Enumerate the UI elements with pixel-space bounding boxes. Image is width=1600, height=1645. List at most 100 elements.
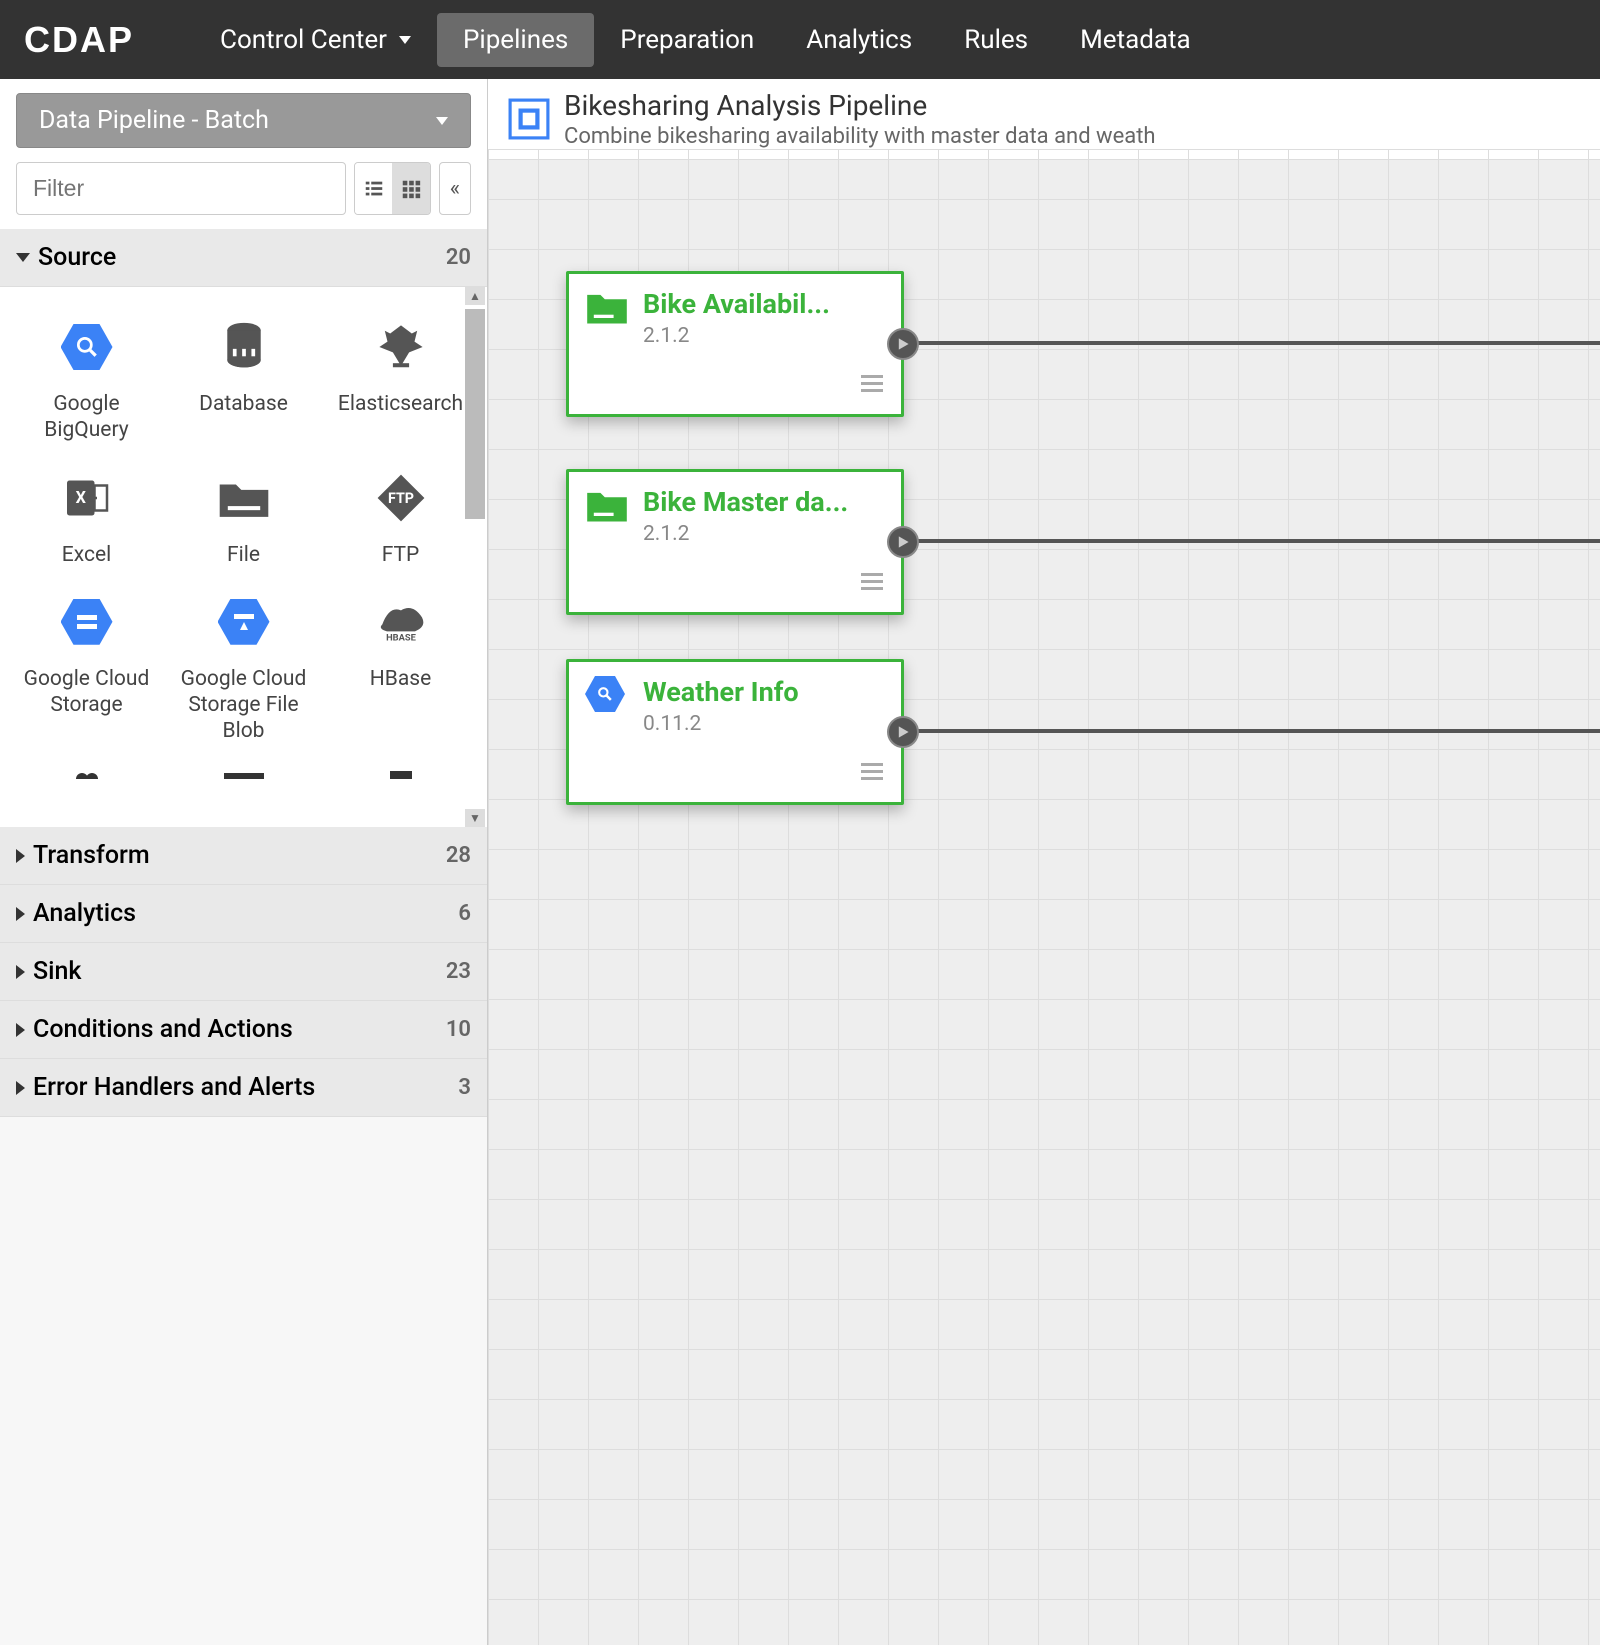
pipeline-type-label: Data Pipeline - Batch — [39, 106, 269, 135]
source-label: Google Cloud Storage File Blob — [171, 666, 316, 745]
category-label: Error Handlers and Alerts — [33, 1073, 315, 1102]
source-google-bigquery[interactable]: Google BigQuery — [10, 307, 163, 454]
source-label: FTP — [382, 542, 420, 568]
source-ftp[interactable]: FTP FTP — [324, 458, 477, 578]
nav-metadata[interactable]: Metadata — [1054, 13, 1217, 67]
category-count: 23 — [446, 959, 471, 984]
chevron-down-icon — [436, 117, 448, 125]
source-list: ▲ ▼ Google BigQuery Database — [0, 287, 487, 827]
bigquery-icon — [57, 317, 117, 377]
category-label: Analytics — [33, 899, 136, 928]
app-logo: CDAP — [24, 19, 134, 61]
edge — [908, 539, 1600, 543]
edge — [908, 341, 1600, 345]
file-icon — [214, 468, 274, 528]
source-icon — [214, 769, 274, 779]
list-icon — [363, 178, 385, 200]
category-count: 20 — [446, 245, 471, 270]
chevron-right-icon — [16, 907, 25, 921]
category-sink-header[interactable]: Sink 23 — [0, 943, 487, 1001]
main-nav: Control Center Pipelines Preparation Ana… — [194, 13, 1217, 67]
app-header: CDAP Control Center Pipelines Preparatio… — [0, 0, 1600, 79]
menu-icon — [861, 763, 883, 781]
node-title: Weather Info — [643, 676, 799, 708]
source-excel[interactable]: X Excel — [10, 458, 163, 578]
source-hbase[interactable]: HBASE HBase — [324, 582, 477, 755]
pipeline-canvas[interactable]: Bikesharing Analysis Pipeline Combine bi… — [488, 79, 1600, 1645]
elasticsearch-icon — [371, 317, 431, 377]
category-label: Sink — [33, 957, 81, 986]
nav-preparation[interactable]: Preparation — [594, 13, 780, 67]
source-label: HBase — [370, 666, 431, 692]
source-item-partial[interactable] — [167, 759, 320, 779]
category-source-header[interactable]: Source 20 — [0, 229, 487, 287]
source-label: Database — [199, 391, 288, 417]
category-label: Source — [38, 243, 116, 272]
svg-text:HBASE: HBASE — [386, 632, 417, 643]
pipeline-subtitle: Combine bikesharing availability with ma… — [564, 124, 1156, 149]
source-database[interactable]: Database — [167, 307, 320, 454]
folder-icon — [585, 288, 629, 332]
category-count: 3 — [458, 1075, 471, 1100]
nav-label: Preparation — [620, 25, 754, 55]
gcs-icon — [57, 592, 117, 652]
edge — [908, 729, 1600, 733]
nav-label: Analytics — [806, 25, 912, 55]
node-bike-availability[interactable]: Bike Availabil... 2.1.2 — [566, 271, 904, 417]
node-output-port[interactable] — [887, 328, 919, 360]
category-transform-header[interactable]: Transform 28 — [0, 827, 487, 885]
node-weather-info[interactable]: Weather Info 0.11.2 — [566, 659, 904, 805]
nav-label: Metadata — [1080, 25, 1191, 55]
list-view-button[interactable] — [355, 163, 392, 214]
chevron-right-icon — [16, 849, 25, 863]
node-menu-button[interactable] — [861, 758, 883, 788]
play-icon — [896, 535, 910, 549]
database-icon — [214, 317, 274, 377]
play-icon — [896, 725, 910, 739]
source-item-partial[interactable] — [10, 759, 163, 779]
excel-icon: X — [57, 468, 117, 528]
chevron-down-icon — [399, 36, 411, 44]
scroll-down-button[interactable]: ▼ — [465, 809, 485, 827]
svg-text:FTP: FTP — [387, 491, 413, 507]
collapse-sidebar-button[interactable]: « — [439, 162, 471, 215]
source-google-cloud-storage[interactable]: Google Cloud Storage — [10, 582, 163, 755]
node-menu-button[interactable] — [861, 568, 883, 598]
source-label: Google Cloud Storage — [14, 666, 159, 719]
nav-rules[interactable]: Rules — [938, 13, 1054, 67]
category-analytics-header[interactable]: Analytics 6 — [0, 885, 487, 943]
source-item-partial[interactable] — [324, 759, 477, 779]
node-output-port[interactable] — [887, 526, 919, 558]
source-elasticsearch[interactable]: Elasticsearch — [324, 307, 477, 454]
hbase-icon: HBASE — [371, 592, 431, 652]
nav-pipelines[interactable]: Pipelines — [437, 13, 594, 67]
source-file[interactable]: File — [167, 458, 320, 578]
nav-control-center[interactable]: Control Center — [194, 13, 437, 67]
folder-icon — [585, 486, 629, 530]
play-icon — [896, 337, 910, 351]
pipeline-type-select[interactable]: Data Pipeline - Batch — [16, 93, 471, 148]
category-errors-header[interactable]: Error Handlers and Alerts 3 — [0, 1059, 487, 1117]
chevron-right-icon — [16, 1081, 25, 1095]
nav-analytics[interactable]: Analytics — [780, 13, 938, 67]
category-conditions-header[interactable]: Conditions and Actions 10 — [0, 1001, 487, 1059]
filter-input[interactable] — [16, 162, 346, 215]
node-title: Bike Availabil... — [643, 288, 830, 320]
bigquery-icon — [585, 676, 629, 720]
source-google-cloud-storage-file-blob[interactable]: Google Cloud Storage File Blob — [167, 582, 320, 755]
scroll-up-button[interactable]: ▲ — [465, 287, 485, 305]
svg-text:X: X — [75, 488, 86, 507]
scrollbar-thumb[interactable] — [465, 309, 485, 519]
source-label: Elasticsearch — [338, 391, 463, 417]
grid-view-button[interactable] — [392, 163, 429, 214]
node-menu-button[interactable] — [861, 370, 883, 400]
chevron-right-icon — [16, 965, 25, 979]
node-bike-master-data[interactable]: Bike Master da... 2.1.2 — [566, 469, 904, 615]
source-icon — [371, 769, 431, 779]
ftp-icon: FTP — [371, 468, 431, 528]
node-output-port[interactable] — [887, 716, 919, 748]
node-version: 0.11.2 — [643, 712, 799, 736]
nav-label: Rules — [964, 25, 1028, 55]
source-label: Google BigQuery — [14, 391, 159, 444]
nav-label: Pipelines — [463, 25, 568, 55]
